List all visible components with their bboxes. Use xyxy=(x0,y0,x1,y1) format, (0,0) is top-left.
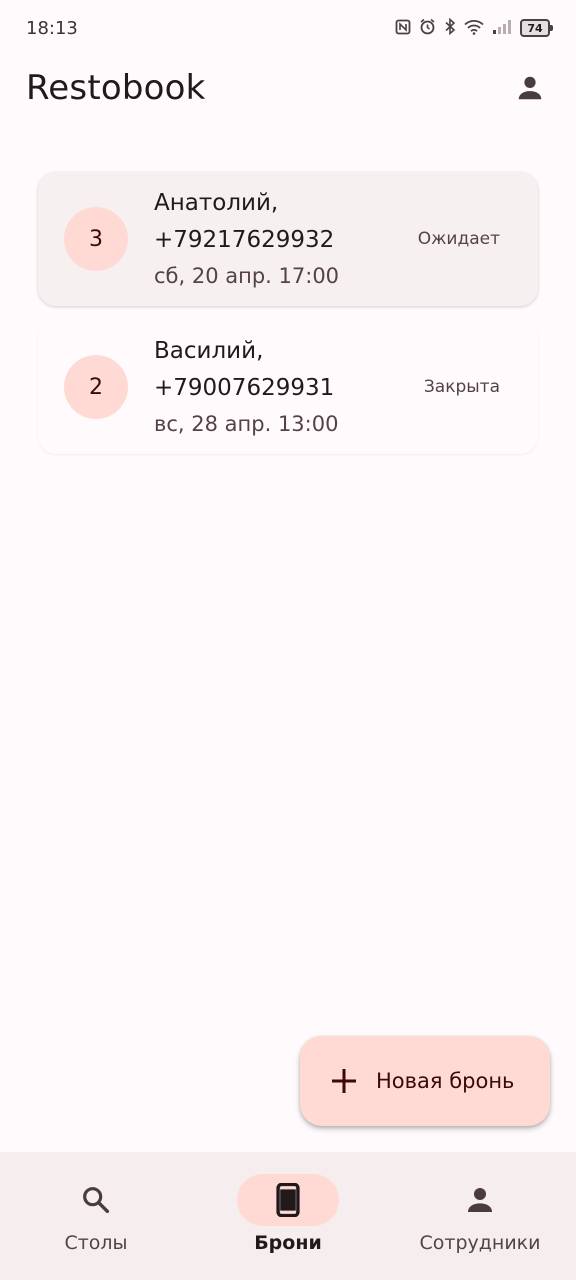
booking-details: Анатолий, +79217629932 сб, 20 апр. 17:00 xyxy=(154,185,418,293)
status-bar: 18:13 74 xyxy=(0,0,576,56)
nav-icon-container xyxy=(45,1174,147,1226)
nav-item-staff[interactable]: Сотрудники xyxy=(384,1152,576,1280)
nav-icon-container xyxy=(429,1174,531,1226)
person-icon xyxy=(468,1188,492,1212)
nfc-icon xyxy=(395,19,411,38)
app-title: Restobook xyxy=(26,68,206,108)
booking-name: Василий, xyxy=(154,338,264,364)
alarm-icon xyxy=(419,18,436,38)
booking-phone: +79007629931 xyxy=(154,375,335,401)
booking-status: Закрыта xyxy=(423,377,500,397)
booking-datetime: сб, 20 апр. 17:00 xyxy=(154,264,340,288)
battery-indicator: 74 xyxy=(520,19,553,37)
bluetooth-icon xyxy=(444,17,456,38)
booking-card[interactable]: 3 Анатолий, +79217629932 сб, 20 апр. 17:… xyxy=(38,172,538,306)
nav-item-tables[interactable]: Столы xyxy=(0,1152,192,1280)
booking-card[interactable]: 2 Василий, +79007629931 вс, 28 апр. 13:0… xyxy=(38,320,538,454)
app-bar: Restobook xyxy=(0,56,576,120)
signal-icon xyxy=(492,19,512,38)
booking-status: Ожидает xyxy=(417,229,500,249)
guest-count-badge: 2 xyxy=(64,355,128,419)
bottom-navigation: Столы Брони Сотрудники xyxy=(0,1152,576,1280)
phone-icon xyxy=(276,1183,300,1217)
search-icon xyxy=(83,1187,110,1214)
status-time: 18:13 xyxy=(26,17,78,39)
nav-label-bookings: Брони xyxy=(254,1232,322,1254)
nav-label-tables: Столы xyxy=(64,1232,128,1254)
booking-details: Василий, +79007629931 вс, 28 апр. 13:00 xyxy=(154,333,424,441)
new-booking-label: Новая бронь xyxy=(376,1069,515,1093)
person-icon xyxy=(518,76,542,100)
nav-item-bookings[interactable]: Брони xyxy=(192,1152,384,1280)
booking-datetime: вс, 28 апр. 13:00 xyxy=(154,412,339,436)
screen: 18:13 74 Restobook 3 Анатолий, +79217629… xyxy=(0,0,576,1280)
new-booking-button[interactable]: Новая бронь xyxy=(300,1036,550,1126)
nav-icon-container xyxy=(237,1174,339,1226)
account-button[interactable] xyxy=(510,68,550,108)
booking-name: Анатолий, xyxy=(154,190,279,216)
wifi-icon xyxy=(464,19,484,38)
status-icons: 74 xyxy=(395,17,553,38)
booking-list: 3 Анатолий, +79217629932 сб, 20 апр. 17:… xyxy=(38,172,538,468)
nav-label-staff: Сотрудники xyxy=(419,1232,541,1254)
guest-count-badge: 3 xyxy=(64,207,128,271)
booking-phone: +79217629932 xyxy=(154,227,335,253)
plus-icon xyxy=(331,1068,357,1094)
